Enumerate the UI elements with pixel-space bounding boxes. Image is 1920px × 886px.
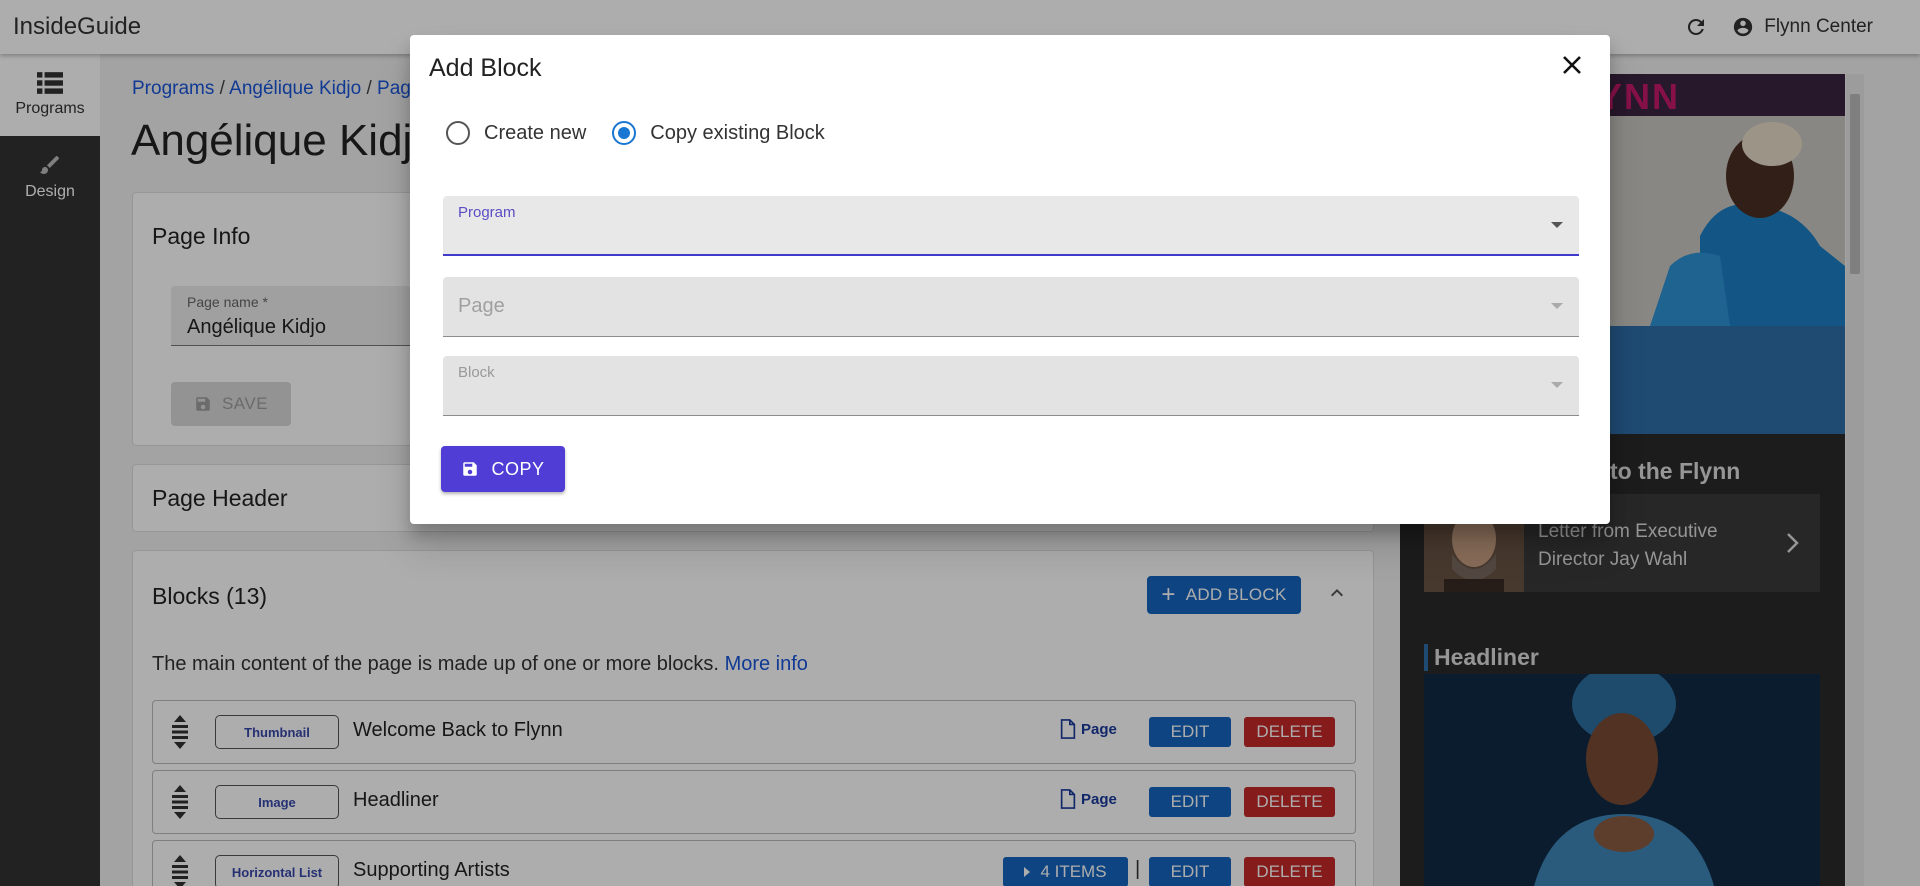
- radio-create-new[interactable]: Create new: [446, 121, 586, 145]
- copy-label: COPY: [491, 458, 545, 479]
- add-block-dialog: Add Block Create new Copy existing Block…: [410, 35, 1610, 524]
- block-select[interactable]: Block: [443, 356, 1579, 416]
- page-select[interactable]: Page: [443, 277, 1579, 337]
- radio-copy-existing[interactable]: Copy existing Block: [612, 121, 825, 145]
- radio-button-checked[interactable]: [612, 121, 637, 145]
- caret-down-icon: [1551, 303, 1563, 309]
- close-icon[interactable]: [1556, 49, 1588, 81]
- caret-down-icon: [1551, 222, 1563, 228]
- radio-label: Copy existing Block: [650, 121, 825, 144]
- program-select-label: Program: [458, 204, 516, 221]
- radio-label: Create new: [484, 121, 587, 144]
- block-select-label: Block: [458, 364, 495, 381]
- copy-button[interactable]: COPY: [441, 446, 565, 492]
- caret-down-icon: [1551, 382, 1563, 388]
- save-icon: [463, 462, 478, 476]
- dialog-title: Add Block: [429, 54, 542, 82]
- block-source-radio-group: Create new Copy existing Block: [446, 121, 851, 145]
- page-select-label: Page: [458, 295, 505, 317]
- program-select[interactable]: Program: [443, 196, 1579, 256]
- radio-button[interactable]: [446, 121, 470, 145]
